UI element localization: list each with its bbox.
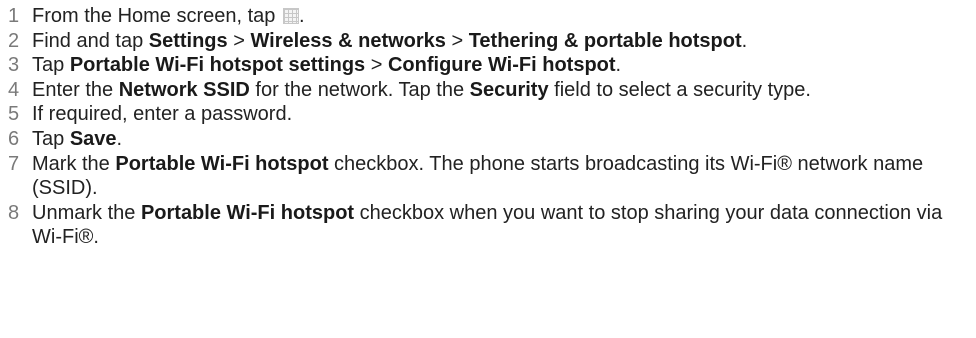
step-item: 2 Find and tap Settings > Wireless & netw… bbox=[8, 29, 974, 54]
step-number: 4 bbox=[8, 78, 20, 101]
step-text: Mark the Portable Wi-Fi hotspot checkbox… bbox=[32, 153, 923, 200]
step-text: Find and tap Settings > Wireless & netwo… bbox=[32, 30, 747, 52]
step-text-run: Mark the bbox=[32, 152, 116, 175]
step-number: 1 bbox=[8, 5, 20, 27]
step-ui-term: Save bbox=[69, 127, 117, 150]
step-text-run: If required, enter a password. bbox=[32, 103, 293, 126]
step-item: 5 If required, enter a password. bbox=[8, 102, 974, 127]
step-text: If required, enter a password. bbox=[32, 103, 292, 125]
instruction-steps: 1 From the Home screen, tap . 2 Find and ta… bbox=[0, 0, 974, 250]
step-number: 5 bbox=[8, 103, 20, 126]
step-text-run: Unmark the bbox=[32, 201, 141, 224]
step-item: 1 From the Home screen, tap . bbox=[8, 4, 974, 29]
step-number: 8 bbox=[8, 201, 20, 224]
step-text-run: field to select a security type. bbox=[548, 78, 811, 101]
step-ui-term: Tethering & portable hotspot bbox=[468, 29, 742, 52]
step-text-run: Tap bbox=[32, 54, 70, 77]
step-ui-term: Configure Wi-Fi hotspot bbox=[387, 54, 616, 77]
step-text: Enter the Network SSID for the network. … bbox=[32, 79, 811, 101]
step-ui-term: Security bbox=[469, 78, 549, 101]
step-ui-term: Network SSID bbox=[118, 78, 250, 101]
step-item: 3 Tap Portable Wi-Fi hotspot settings > C… bbox=[8, 53, 974, 78]
step-ui-term: Settings bbox=[148, 29, 228, 52]
step-item: 6 Tap Save. bbox=[8, 127, 974, 152]
step-ui-term: Portable Wi-Fi hotspot bbox=[115, 152, 329, 175]
step-text-run: . bbox=[298, 5, 305, 27]
step-text-run: > bbox=[227, 29, 251, 52]
step-text: Tap Portable Wi-Fi hotspot settings > Co… bbox=[32, 54, 621, 76]
step-number: 2 bbox=[8, 29, 20, 52]
step-text-run: . bbox=[116, 127, 123, 150]
step-item: 4 Enter the Network SSID for the network.… bbox=[8, 78, 974, 103]
step-number: 6 bbox=[8, 127, 20, 150]
step-text-run: > bbox=[365, 54, 388, 77]
step-text-run: Tap bbox=[32, 127, 70, 150]
step-ui-term: Wireless & networks bbox=[250, 29, 446, 52]
step-text: From the Home screen, tap . bbox=[32, 5, 305, 27]
step-text: Tap Save. bbox=[32, 128, 122, 150]
step-ui-term: Portable Wi-Fi hotspot settings bbox=[69, 54, 366, 77]
step-item: 8 Unmark the Portable Wi-Fi hotspot check… bbox=[8, 201, 974, 250]
step-ui-term: Portable Wi-Fi hotspot bbox=[140, 201, 355, 224]
step-number: 3 bbox=[8, 54, 20, 77]
step-item: 7 Mark the Portable Wi-Fi hotspot checkbo… bbox=[8, 152, 974, 201]
step-number: 7 bbox=[8, 152, 20, 175]
step-text-run: Find and tap bbox=[32, 29, 149, 52]
step-text-run: > bbox=[445, 29, 469, 52]
step-text: Unmark the Portable Wi-Fi hotspot checkb… bbox=[32, 202, 942, 249]
step-text-run: . bbox=[615, 54, 622, 77]
step-text-run: . bbox=[741, 29, 748, 52]
step-text-run: From the Home screen, tap bbox=[32, 5, 281, 27]
step-text-run: for the network. Tap the bbox=[249, 78, 470, 101]
app-grid-icon bbox=[282, 8, 299, 24]
step-text-run: Enter the bbox=[32, 78, 119, 101]
